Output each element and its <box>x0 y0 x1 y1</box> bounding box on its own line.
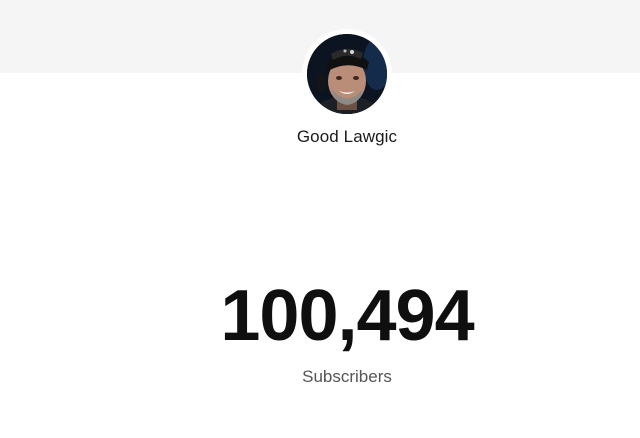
channel-name[interactable]: Good Lawgic <box>0 127 640 147</box>
avatar-photo-icon <box>307 34 387 114</box>
channel-avatar[interactable] <box>307 34 387 114</box>
subscriber-counter-page: Good Lawgic 100,494 Subscribers <box>0 0 640 438</box>
subscriber-count: 100,494 <box>220 276 474 356</box>
subscriber-label: Subscribers <box>302 367 392 386</box>
